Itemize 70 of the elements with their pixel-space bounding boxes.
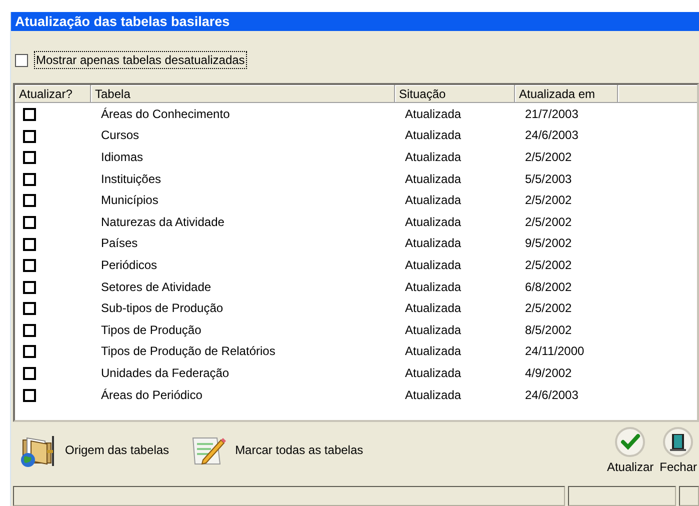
checkbox[interactable] [23, 151, 36, 164]
column-header[interactable]: Tabela [91, 85, 395, 103]
update-button[interactable]: Atualizar [604, 426, 656, 474]
table-cell-text: Atualizada [404, 128, 462, 142]
table-cell-text: Naturezas da Atividade [100, 214, 226, 229]
close-button[interactable]: Fechar [658, 426, 699, 474]
table-cell-text: Cursos [100, 128, 140, 142]
checkbox[interactable] [23, 345, 36, 358]
table-cell-text: Idiomas [100, 150, 144, 164]
door-icon [662, 426, 694, 458]
column-header[interactable]: Atualizada em [515, 85, 618, 103]
table-cell-text: Unidades da Federação [100, 366, 230, 380]
folder-globe-button[interactable]: Origem das tabelas [15, 426, 174, 474]
notepad-pencil-button[interactable]: Marcar todas as tabelas [185, 426, 368, 474]
table-cell-text: Setores de Atividade [100, 280, 212, 294]
checkbox[interactable] [23, 238, 36, 251]
table-cell-text: Atualizada [404, 388, 462, 402]
table-cell-text: Tipos de Produção [100, 322, 202, 337]
table-cell-text: Atualizada [404, 301, 462, 316]
table-cell-text: Áreas do Periódico [100, 388, 204, 402]
table-cell-text: 2/5/2002 [524, 150, 573, 164]
table-cell-text: Atualizada [404, 366, 462, 380]
checkbox[interactable] [23, 259, 36, 272]
check-icon [614, 426, 646, 458]
table-cell-text: Instituições [100, 172, 162, 186]
table-cell-text: 24/6/2003 [524, 388, 580, 402]
table-cell-text: 2/5/2002 [524, 301, 573, 316]
table-cell-text: Atualizada [404, 322, 462, 337]
checkbox[interactable] [23, 280, 36, 294]
checkbox[interactable] [23, 388, 36, 402]
checkbox[interactable] [23, 130, 36, 143]
table-cell-text: 4/9/2002 [524, 366, 573, 380]
table-cell-text: Atualizada [404, 344, 462, 358]
table-cell-text: 6/8/2002 [524, 280, 573, 294]
table-cell-text: Atualizada [404, 258, 462, 272]
table-cell-text: Municípios [100, 193, 160, 208]
table-cell-text: 8/5/2002 [524, 322, 573, 337]
table-cell-text: 5/5/2003 [524, 172, 573, 186]
table-cell-text: 21/7/2003 [524, 106, 580, 121]
checkbox[interactable] [23, 172, 36, 186]
checkbox-label[interactable]: Mostrar apenas tabelas desatualizadas [34, 51, 247, 69]
checkbox[interactable] [23, 194, 36, 208]
table-cell-text: Atualizada [404, 106, 462, 121]
table-cell-text: Sub-tipos de Produção [100, 301, 224, 316]
table-cell-text: 2/5/2002 [524, 214, 573, 229]
table-cell-text: Atualizada [404, 172, 462, 186]
table-cell-text: 2/5/2002 [524, 193, 573, 208]
window-title: Atualização das tabelas basilares [11, 12, 699, 31]
table-cell-text: 24/6/2003 [524, 128, 580, 142]
table-cell-text: 24/11/2000 [524, 344, 586, 358]
table-cell-text: Tipos de Produção de Relatórios [100, 344, 276, 358]
checkbox[interactable] [23, 367, 36, 380]
checkbox[interactable] [23, 324, 36, 337]
table-cell-text: Atualizada [404, 193, 462, 208]
column-header[interactable]: Situação [395, 85, 515, 103]
table-cell-text: Atualizada [404, 214, 462, 229]
checkbox[interactable] [23, 216, 36, 229]
table-cell-text: Atualizada [404, 150, 462, 164]
table-cell-text: Áreas do Conhecimento [100, 106, 231, 121]
status-panel [679, 486, 699, 506]
table-cell-text: 2/5/2002 [524, 258, 573, 272]
table-cell-text: Atualizada [404, 236, 462, 250]
table-cell-text: Periódicos [100, 258, 158, 272]
table-cell-text: Atualizada [404, 280, 462, 294]
table-cell-text: Países [100, 236, 139, 250]
column-header[interactable]: Atualizar? [15, 85, 91, 103]
checkbox[interactable] [23, 108, 36, 121]
checkbox[interactable] [15, 54, 28, 66]
checkbox[interactable] [23, 302, 36, 316]
table-cell-text: 9/5/2002 [524, 236, 573, 250]
